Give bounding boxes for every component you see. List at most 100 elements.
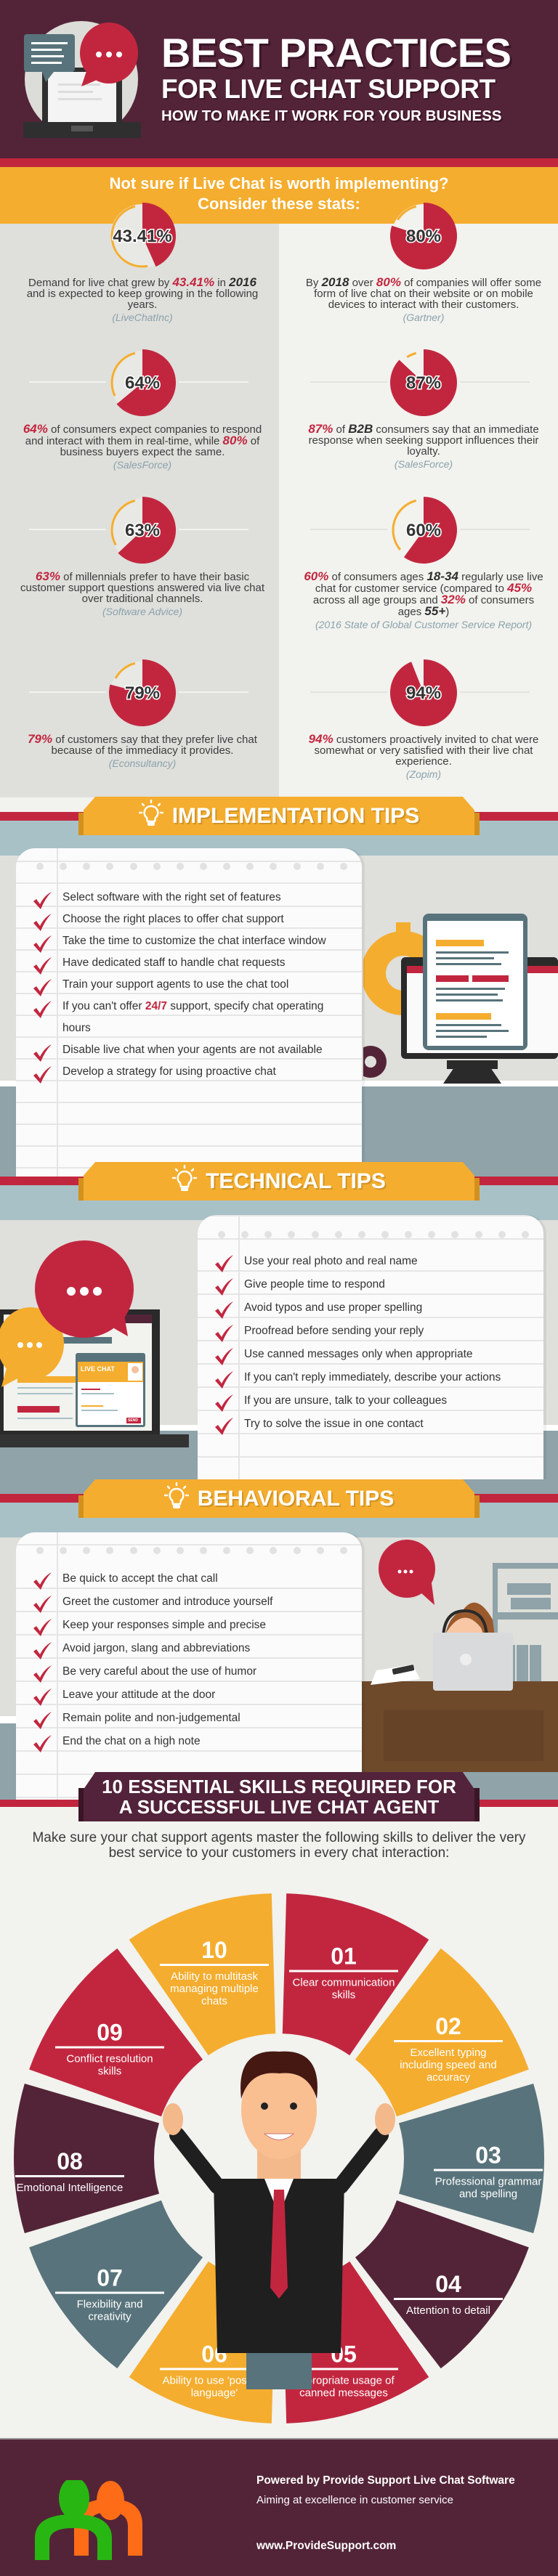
checklist-item: If you are unsure, talk to your colleagu… [198, 1389, 543, 1413]
monitor-tablet-gear-illustration [363, 914, 558, 1084]
stat-pie-chart: 63% [110, 497, 176, 564]
page-subtitle: HOW TO MAKE IT WORK FOR YOUR BUSINESS [161, 107, 502, 124]
footer-powered-by: Powered by Provide Support Live Chat Sof… [256, 2474, 515, 2487]
binding-dot [357, 1231, 365, 1238]
binding-dot [293, 863, 301, 870]
skill-label: 03 Professional grammar and spelling [434, 2143, 543, 2201]
stat-source: (Econsultancy) [108, 757, 177, 769]
skill-description: Excellent typing including speed and acc… [400, 2046, 497, 2084]
binding-dot [153, 863, 161, 870]
stat-value: 64% [125, 373, 160, 393]
checkmark-icon [32, 1065, 52, 1092]
laptop-live-chat-illustration: LIVE CHAT SEND [0, 1235, 190, 1452]
provide-support-logo [35, 2480, 142, 2560]
checklist-item-text: Use your real photo and real name [244, 1255, 418, 1267]
checklist-item-text: Choose the right places to offer chat su… [62, 913, 284, 925]
skills-intro: Make sure your chat support agents maste… [32, 1830, 526, 1861]
skill-divider [160, 1964, 269, 1967]
stat-card: 64% 64% of consumers expect companies to … [19, 346, 266, 471]
footer-tagline: Aiming at excellence in customer service [256, 2494, 453, 2506]
binding-dot [129, 863, 137, 870]
skill-description: Attention to detail [406, 2304, 490, 2317]
text-segment: ) [445, 606, 450, 618]
stat-value: 60% [406, 521, 441, 540]
lightbulb-icon [138, 799, 163, 832]
binding-dot [176, 1547, 184, 1554]
skill-description: Emotional Intelligence [16, 2182, 124, 2194]
checklist-item-text: Be quick to accept the chat call [62, 1572, 218, 1585]
section-title: IMPLEMENTATION TIPS [171, 803, 420, 828]
checklist-item-text: Avoid jargon, slang and abbreviations [62, 1642, 251, 1654]
website-link[interactable]: www.ProvideSupport.com [256, 2540, 396, 2553]
stat-description: 63% of millennials prefer to have their … [19, 570, 266, 604]
binding-dot [106, 863, 114, 870]
text-segment: If you can't offer [62, 1000, 145, 1012]
technical-tips-notebook: Use your real photo and real name Give pe… [198, 1215, 543, 1479]
chat-bubble-icon [35, 1240, 134, 1338]
highlight-text: 64% [23, 422, 48, 436]
checklist-item-text: Take the time to customize the chat inte… [62, 935, 326, 947]
skill-description: Ability to multitask managing multiple c… [170, 1970, 259, 2008]
checklist-item: Choose the right places to offer chat su… [16, 909, 362, 931]
implementation-tips-list: Select software with the right set of fe… [16, 887, 362, 1084]
binding-dot [381, 1231, 389, 1238]
binding-dot [153, 1547, 161, 1554]
binding-dot [223, 1547, 231, 1554]
stat-description: By 2018 over 80% of companies will offer… [300, 276, 547, 310]
implementation-tips-notebook: Select software with the right set of fe… [16, 848, 362, 1177]
stat-description: 64% of consumers expect companies to res… [19, 423, 266, 458]
checklist-item: Avoid jargon, slang and abbreviations [16, 1637, 362, 1660]
stat-value: 63% [125, 521, 160, 540]
stat-description: 94% customers proactively invited to cha… [300, 733, 547, 768]
checklist-item-text: Proofread before sending your reply [244, 1325, 424, 1337]
checklist-item-text: Select software with the right set of fe… [62, 891, 281, 903]
binding-dot [223, 863, 231, 870]
laptop-icon [433, 1633, 513, 1691]
stat-source: (SalesForce) [113, 459, 172, 471]
highlight-text: 45% [507, 581, 533, 595]
binding-dot [311, 1231, 319, 1238]
checklist-item: Be quick to accept the chat call [16, 1567, 362, 1590]
checklist-item: Try to solve the issue in one contact [198, 1413, 543, 1436]
stat-card: 80% By 2018 over 80% of companies will of… [300, 200, 547, 323]
checklist-item-text: Develop a strategy for using proactive c… [62, 1065, 276, 1078]
text-segment: of consumers ages [328, 571, 427, 583]
checklist-item-text: Try to solve the issue in one contact [244, 1418, 424, 1430]
checklist-item-text: If you can't reply immediately, describe… [244, 1371, 501, 1384]
stat-source: (Software Advice) [102, 606, 182, 617]
skill-description: Clear communication skills [292, 1976, 395, 2002]
skill-number: 10 [201, 1937, 227, 1964]
infographic: BEST PRACTICES FOR LIVE CHAT SUPPORT HOW… [0, 0, 558, 2576]
text-segment: customers proactively invited to chat we… [314, 734, 539, 768]
stat-value: 94% [406, 683, 441, 703]
binding-dot [270, 863, 278, 870]
checklist-item: Disable live chat when your agents are n… [16, 1039, 362, 1062]
checklist-item: Train your support agents to use the cha… [16, 974, 362, 996]
stat-pie-chart: 60% [392, 497, 457, 564]
checklist-item: Give people time to respond [198, 1273, 543, 1296]
binding-dot [474, 1231, 482, 1238]
checklist-item-text: Use canned messages only when appropriat… [244, 1348, 473, 1360]
text-segment: across all age groups and [312, 594, 441, 606]
live-chat-window-label: LIVE CHAT [81, 1365, 115, 1373]
checklist-item-text: Be very careful about the use of humor [62, 1665, 257, 1678]
behavioral-tips-banner: BEHAVIORAL TIPS [78, 1479, 480, 1518]
binding-dot [334, 1231, 342, 1238]
checklist-item: Have dedicated staff to handle chat requ… [16, 952, 362, 975]
binding-dot [241, 1231, 249, 1238]
skill-divider [393, 2039, 503, 2042]
binding-dot [316, 863, 324, 870]
binding-dot [451, 1231, 459, 1238]
checklist-item-text: Avoid typos and use proper spelling [244, 1301, 423, 1314]
binding-dot [83, 1547, 91, 1554]
skill-label: 10 Ability to multitask managing multiple… [160, 1938, 269, 2007]
notebook-binding-dots [36, 1547, 347, 1554]
stat-pie-chart: 87% [390, 349, 457, 416]
skills-title-line2: A SUCCESSFUL LIVE CHAT AGENT [118, 1796, 440, 1818]
stat-source: (Zopim) [405, 768, 442, 780]
binding-dot [246, 1547, 254, 1554]
binding-dot [288, 1231, 296, 1238]
stat-pie-chart: 79% [109, 659, 176, 726]
stat-value: 80% [406, 227, 441, 246]
highlight-text: 80% [222, 434, 248, 447]
